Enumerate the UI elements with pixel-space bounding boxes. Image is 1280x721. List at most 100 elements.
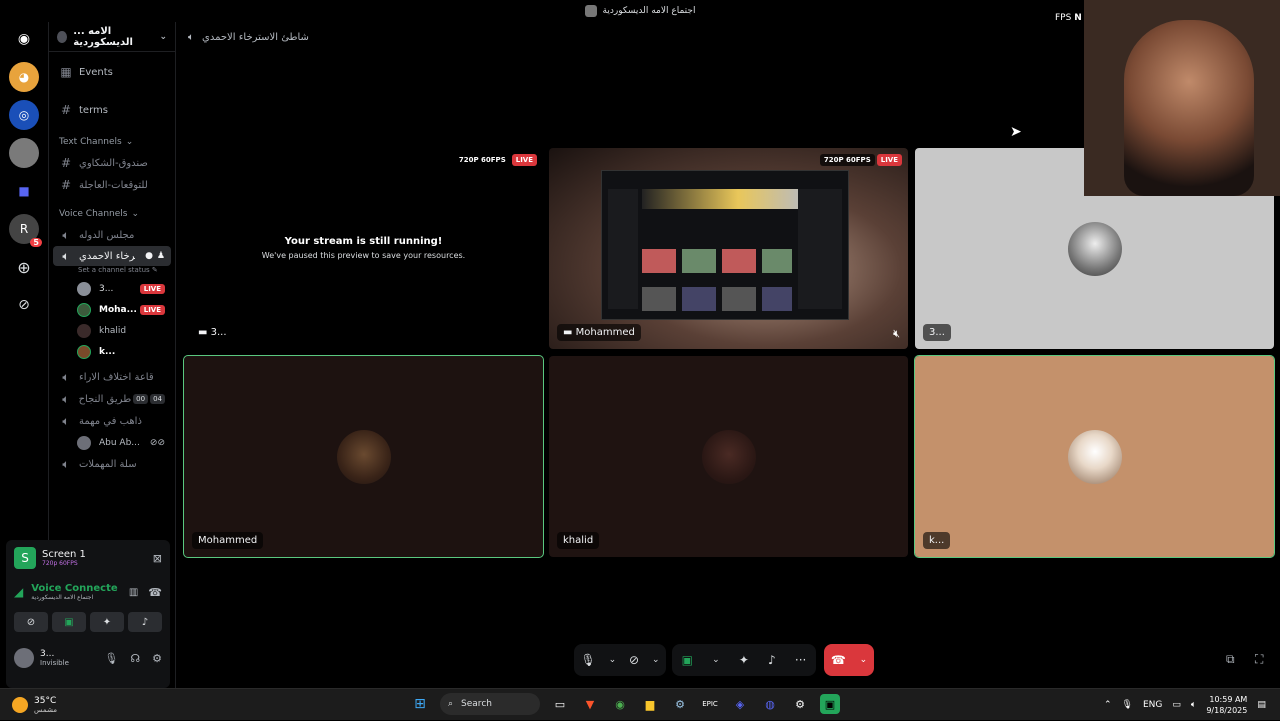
- chevron-up-icon[interactable]: ⌃: [1104, 700, 1112, 710]
- voice-member[interactable]: Moha... LIVE: [49, 299, 175, 320]
- task-view-icon[interactable]: ▭: [550, 694, 570, 714]
- folder-icon[interactable]: ■: [9, 176, 39, 206]
- text-channels-category[interactable]: Text Channels ⌄: [49, 132, 175, 152]
- channel-label: مجلس الدوله: [79, 229, 135, 241]
- voice-member[interactable]: 3... LIVE: [49, 278, 175, 299]
- voice-member[interactable]: Abu Ab... ⊘⊘: [49, 432, 175, 453]
- member-name: Abu Ab...: [99, 437, 140, 448]
- voice-connected-title[interactable]: Voice Connecte: [31, 583, 117, 594]
- stream-tile-paused[interactable]: 720P 60FPS LIVE Your stream is still runn…: [184, 148, 543, 349]
- notification-icon[interactable]: ▤: [1257, 700, 1266, 710]
- user-tile-speaking[interactable]: k...: [914, 355, 1275, 558]
- server-icon-ruby[interactable]: R5: [9, 214, 42, 247]
- voice-channel-mission[interactable]: 🔈︎ ذاهب في مهمة: [49, 410, 175, 432]
- camera-off-button[interactable]: ⊘: [14, 612, 48, 632]
- chevron-down-icon[interactable]: ⌄: [712, 655, 720, 665]
- fullscreen-icon[interactable]: ⛶: [1255, 652, 1263, 667]
- speaker-icon: 🔈︎: [62, 369, 70, 384]
- microphone-icon[interactable]: 🎙︎: [580, 653, 595, 667]
- screen-share-icon: S: [14, 547, 36, 569]
- speaker-icon: 🔈︎: [188, 31, 194, 43]
- voice-channel-success[interactable]: 🔈︎ طريق النجاح 00 04: [49, 388, 175, 410]
- app-icon[interactable]: ◈: [730, 694, 750, 714]
- add-server-icon[interactable]: ⊕: [9, 252, 39, 282]
- windows-start-icon[interactable]: ⊞: [410, 694, 430, 714]
- user-count: 00: [133, 394, 149, 404]
- file-explorer-icon[interactable]: ▆: [640, 694, 660, 714]
- server-icon-cat[interactable]: ◕: [9, 62, 39, 92]
- stream-tile-live[interactable]: 720P 60FPS LIVE ▬ Mohammed 🔇︎: [549, 148, 908, 349]
- tile-name: ▬ 3...: [192, 324, 233, 341]
- live-badge: LIVE: [139, 283, 165, 294]
- disconnect-icon[interactable]: ☎: [148, 586, 162, 599]
- user-tile-speaking[interactable]: Mohammed: [183, 355, 544, 558]
- member-name: 3...: [99, 283, 114, 294]
- clock-date: 9/18/2025: [1206, 706, 1248, 715]
- tile-name: k...: [923, 532, 951, 549]
- screen-share-icon[interactable]: ▣: [682, 653, 693, 667]
- voice-channels-category[interactable]: Voice Channels ⌄: [49, 204, 175, 224]
- language-indicator[interactable]: ENG: [1143, 700, 1162, 710]
- volume-icon[interactable]: 🔈︎: [1191, 700, 1196, 710]
- user-tile[interactable]: khalid: [549, 356, 908, 557]
- channel-label: للتوقعات-العاجلة: [79, 179, 148, 191]
- server-icon-blue[interactable]: ◎: [9, 100, 39, 130]
- stop-share-icon[interactable]: ⊠: [153, 552, 162, 565]
- voice-member[interactable]: k...: [49, 341, 175, 362]
- epic-games-icon[interactable]: EPIC: [700, 694, 720, 714]
- channel-complaints[interactable]: # صندوق-الشكاوي: [49, 152, 175, 174]
- clock[interactable]: 10:59 AM 9/18/2025: [1206, 694, 1247, 716]
- soundboard-button[interactable]: ♪: [128, 612, 162, 632]
- discord-home-icon[interactable]: ◉: [9, 24, 39, 54]
- channel-status[interactable]: Set a channel status ✎: [49, 266, 175, 278]
- brave-icon[interactable]: ▼: [580, 694, 600, 714]
- calendar-icon: ▦: [60, 65, 72, 79]
- stream-tags: 720P 60FPS LIVE: [454, 154, 537, 166]
- activities-button[interactable]: ✦: [90, 612, 124, 632]
- channel-terms[interactable]: # terms: [49, 96, 175, 124]
- voice-channel-debate[interactable]: 🔈︎ قاعة اختلاف الاراء: [49, 366, 175, 388]
- screen-share-button[interactable]: ▣: [52, 612, 86, 632]
- screen-icon: ▬: [198, 327, 211, 338]
- events-item[interactable]: ▦ Events: [49, 58, 175, 86]
- server-icon-current[interactable]: [9, 138, 39, 168]
- active-app-icon[interactable]: ▣: [820, 694, 840, 714]
- avatar: [1067, 429, 1122, 484]
- voice-channel-trash[interactable]: 🔈︎ سلة المهملات: [49, 453, 175, 475]
- stream-muted-icon[interactable]: 🔇︎: [893, 327, 900, 341]
- network-icon[interactable]: ▭: [1172, 700, 1181, 710]
- soundboard-icon[interactable]: ▥: [129, 587, 138, 598]
- server-header[interactable]: ... الامه الديسكوردية ⌄: [49, 22, 175, 52]
- soundboard-icon[interactable]: ♪: [768, 653, 776, 667]
- invite-icon[interactable]: ♟: [157, 251, 165, 261]
- popout-icon[interactable]: ⧉: [1226, 652, 1235, 667]
- steam-icon[interactable]: ⚙: [670, 694, 690, 714]
- chevron-down-icon[interactable]: ⌄: [652, 655, 660, 665]
- chevron-down-icon[interactable]: ⌄: [609, 655, 617, 665]
- weather-widget[interactable]: 35°C مشمس: [12, 696, 57, 714]
- pencil-icon: ✎: [151, 266, 158, 274]
- discord-icon[interactable]: ◍: [760, 694, 780, 714]
- taskbar-apps: ⊞ ⌕ Search ▭ ▼ ◉ ▆ ⚙ EPIC ◈ ◍ ⚙ ▣: [410, 693, 840, 715]
- chrome-icon[interactable]: ◉: [610, 694, 630, 714]
- discover-icon[interactable]: ⊘: [9, 290, 39, 320]
- voice-channel-active[interactable]: 🔈︎ شاطئ الاسترخاء الاحمدي ● ♟: [53, 246, 171, 266]
- avatar: [701, 429, 756, 484]
- taskbar-search[interactable]: ⌕ Search: [440, 693, 540, 715]
- microphone-icon[interactable]: 🎙︎: [1122, 700, 1133, 710]
- chevron-down-icon: ⌄: [131, 209, 139, 219]
- voice-member[interactable]: khalid: [49, 320, 175, 341]
- more-icon[interactable]: ···: [795, 653, 806, 667]
- camera-off-icon[interactable]: ⊘: [629, 653, 639, 667]
- hash-icon: #: [60, 178, 72, 192]
- disconnect-button[interactable]: ☎ ⌄: [824, 644, 874, 676]
- chat-icon[interactable]: ●: [145, 251, 153, 261]
- screen-share-quality: 720p 60FPS: [42, 560, 78, 567]
- chevron-down-icon: ⌄: [125, 137, 134, 147]
- channel-predictions[interactable]: # للتوقعات-العاجلة: [49, 174, 175, 196]
- settings-icon[interactable]: ⚙: [790, 694, 810, 714]
- live-badge: LIVE: [139, 304, 165, 315]
- activities-icon[interactable]: ✦: [739, 653, 749, 667]
- voice-channel-state[interactable]: 🔈︎ مجلس الدوله: [49, 224, 175, 246]
- hash-icon: #: [60, 103, 72, 117]
